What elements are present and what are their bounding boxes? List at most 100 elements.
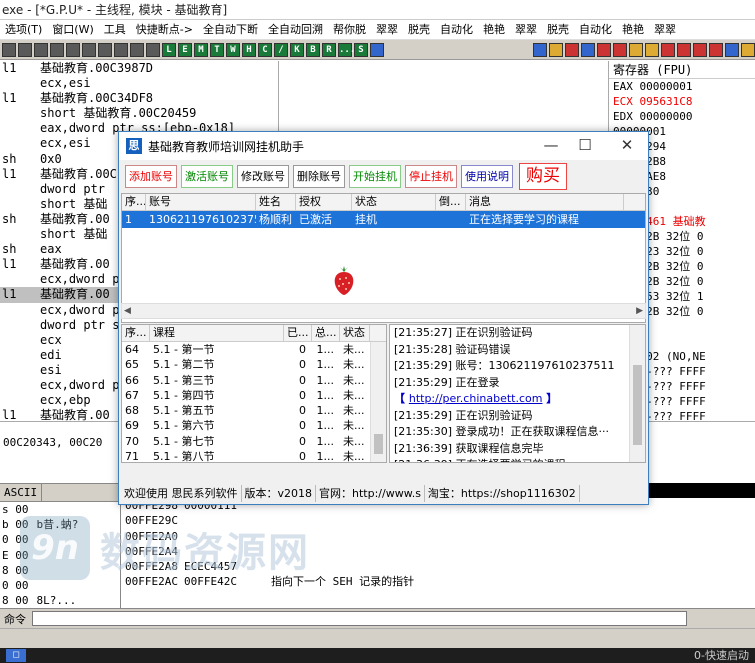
toolbar-plugin-icon[interactable] <box>725 42 739 57</box>
course-column-header[interactable]: 已... <box>284 325 312 341</box>
menu-item[interactable]: 全自动回溯 <box>263 20 328 39</box>
register-line[interactable]: EDX 00000000 <box>609 109 755 124</box>
toolbar-letter-button[interactable]: B <box>306 42 320 57</box>
toolbar-letter-button[interactable]: T <box>210 42 224 57</box>
course-column-header[interactable]: 总... <box>312 325 340 341</box>
toolbar-plugin-icon[interactable] <box>677 42 691 57</box>
quick-launch-label[interactable]: 0-快速启动 <box>694 648 749 663</box>
dialog-button[interactable]: 激活账号 <box>181 165 233 188</box>
minimize-icon[interactable]: — <box>534 132 568 160</box>
menu-item[interactable]: 自动化 <box>435 20 478 39</box>
toolbar-letter-button[interactable]: K <box>290 42 304 57</box>
toolbar-icon[interactable] <box>82 42 96 57</box>
dialog-button[interactable]: 修改账号 <box>237 165 289 188</box>
toolbar-plugin-icon[interactable] <box>629 42 643 57</box>
account-table-hscrollbar[interactable]: ◀ ▶ <box>121 303 646 319</box>
course-row[interactable]: 64 5.1 - 第一节 0 1... 未... <box>122 342 386 357</box>
scroll-right-icon[interactable]: ▶ <box>636 306 643 316</box>
toolbar-plugin-icon[interactable] <box>597 42 611 57</box>
toolbar-plugin-icon[interactable] <box>661 42 675 57</box>
account-column-header[interactable]: 倒... <box>436 194 466 210</box>
maximize-icon[interactable]: ☐ <box>568 132 602 160</box>
toolbar-letter-button[interactable]: H <box>242 42 256 57</box>
course-table[interactable]: 序... 课程 已... 总... 状态 64 5.1 - 第一节 0 1... 未... 65 5… <box>121 324 387 463</box>
menu-item[interactable]: 艳艳 <box>478 20 510 39</box>
dump-line[interactable]: E 00 <box>0 548 120 563</box>
menu-item[interactable]: 快捷断点-> <box>131 20 198 39</box>
toolbar-icon[interactable] <box>98 42 112 57</box>
command-input[interactable] <box>32 611 687 626</box>
menu-item[interactable]: 全自动下断 <box>198 20 263 39</box>
toolbar-plugin-icon[interactable] <box>709 42 723 57</box>
menu-item[interactable]: 翠翠 <box>649 20 681 39</box>
register-line[interactable]: ECX 095631C8 <box>609 94 755 109</box>
code-line[interactable]: short 基础教育.00C20459 <box>0 106 608 121</box>
toolbar-letter-button[interactable]: M <box>194 42 208 57</box>
toolbar-letter-button[interactable]: / <box>274 42 288 57</box>
account-column-header[interactable]: 状态 <box>352 194 436 210</box>
toolbar-icon[interactable] <box>114 42 128 57</box>
menu-item[interactable]: 窗口(W) <box>47 20 98 39</box>
dump-line[interactable]: 8 00 <box>0 563 120 578</box>
toolbar-letter-button[interactable]: W <box>226 42 240 57</box>
menu-item[interactable]: 翠翠 <box>510 20 542 39</box>
start-icon[interactable]: ◻ <box>6 649 26 662</box>
course-column-header[interactable]: 序... <box>122 325 150 341</box>
stack-line[interactable]: 00FFE29C <box>121 513 755 528</box>
stack-line[interactable]: 00FFE2A0 <box>121 529 755 544</box>
toolbar-plugin-icon[interactable] <box>741 42 755 57</box>
course-row[interactable]: 71 5.1 - 第八节 0 1... 未... <box>122 449 386 462</box>
menu-item[interactable]: 帮你脱 <box>328 20 371 39</box>
toolbar-plugin-icon[interactable] <box>645 42 659 57</box>
toolbar-letter-button[interactable]: S <box>354 42 368 57</box>
course-row[interactable]: 65 5.1 - 第二节 0 1... 未... <box>122 357 386 372</box>
log-pane[interactable]: [21:35:27] 正在识别验证码 [21:35:28] 验证码错误 [21:35… <box>389 324 646 463</box>
account-column-header[interactable]: 授权 <box>296 194 352 210</box>
course-table-scrollbar[interactable] <box>370 342 386 462</box>
toolbar-icon[interactable] <box>66 42 80 57</box>
course-column-header[interactable]: 课程 <box>150 325 284 341</box>
code-line[interactable]: l1 基础教育.00C3987D <box>0 61 608 76</box>
menu-item[interactable]: 选项(T) <box>0 20 47 39</box>
toolbar-icon[interactable] <box>146 42 160 57</box>
stack-line[interactable] <box>121 589 755 604</box>
close-icon[interactable]: ✕ <box>610 132 644 160</box>
account-column-header[interactable]: 消息 <box>466 194 624 210</box>
toolbar-letter-button[interactable]: C <box>258 42 272 57</box>
course-column-header[interactable]: 状态 <box>340 325 370 341</box>
dump-line[interactable]: 8 00 8L?... <box>0 593 120 608</box>
toolbar-letter-button[interactable]: E <box>178 42 192 57</box>
toolbar-plugin-icon[interactable] <box>613 42 627 57</box>
course-row[interactable]: 70 5.1 - 第七节 0 1... 未... <box>122 434 386 449</box>
dump-line[interactable]: b 00 b昔.蚋? <box>0 517 120 532</box>
dialog-button[interactable]: 购买 <box>519 163 567 190</box>
dialog-button[interactable]: 添加账号 <box>125 165 177 188</box>
toolbar-plugin-icon[interactable] <box>533 42 547 57</box>
code-line[interactable]: ecx,esi <box>0 76 608 91</box>
dump-line[interactable]: 0 00 <box>0 578 120 593</box>
dialog-button[interactable]: 开始挂机 <box>349 165 401 188</box>
menu-item[interactable]: 艳艳 <box>617 20 649 39</box>
toolbar-icon[interactable] <box>34 42 48 57</box>
menu-item[interactable]: 自动化 <box>574 20 617 39</box>
menu-item[interactable]: 脱壳 <box>542 20 574 39</box>
dialog-button[interactable]: 删除账号 <box>293 165 345 188</box>
toolbar-icon[interactable] <box>50 42 64 57</box>
menu-item[interactable]: 工具 <box>99 20 131 39</box>
toolbar-plugin-icon[interactable] <box>581 42 595 57</box>
code-line[interactable]: l1 基础教育.00C34DF8 <box>0 91 608 106</box>
log-scrollbar[interactable] <box>629 325 645 462</box>
toolbar-icon[interactable] <box>370 42 384 57</box>
course-row[interactable]: 69 5.1 - 第六节 0 1... 未... <box>122 418 386 433</box>
dialog-button[interactable]: 使用说明 <box>461 165 513 188</box>
toolbar-plugin-icon[interactable] <box>565 42 579 57</box>
toolbar-plugin-icon[interactable] <box>549 42 563 57</box>
account-column-header[interactable]: 账号 <box>146 194 256 210</box>
scroll-left-icon[interactable]: ◀ <box>124 306 131 316</box>
account-column-header[interactable]: 序... <box>122 194 146 210</box>
toolbar-icon[interactable] <box>2 42 16 57</box>
toolbar-letter-button[interactable]: ... <box>338 42 355 57</box>
stack-line[interactable]: 00FFE2A4 <box>121 544 755 559</box>
course-row[interactable]: 68 5.1 - 第五节 0 1... 未... <box>122 403 386 418</box>
dump-pane[interactable]: ASCII s 00 b 00 b昔.蚋? 0 00 E 00 8 00 0 00 8 00 8… <box>0 483 120 608</box>
